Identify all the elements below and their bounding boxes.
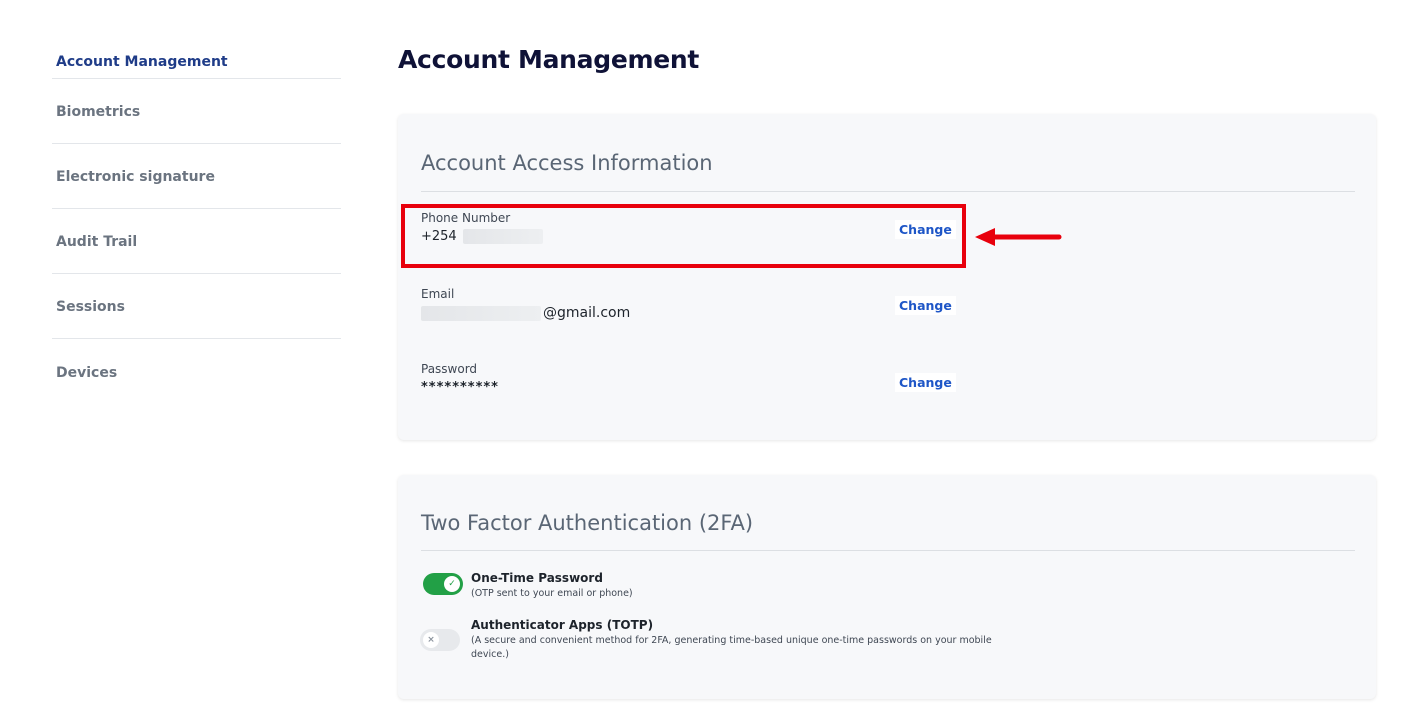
totp-description: (A secure and convenient method for 2FA,… (471, 635, 992, 660)
account-access-card: Account Access Information Phone Number … (398, 114, 1376, 440)
change-password-button[interactable]: Change (895, 373, 956, 392)
phone-number-field: Phone Number +254 (421, 211, 961, 244)
phone-number-label: Phone Number (421, 211, 511, 225)
redacted-phone (462, 229, 543, 244)
phone-prefix: +254 (421, 229, 457, 244)
totp-toggle[interactable]: × (420, 629, 460, 651)
password-value: ********** (421, 380, 499, 395)
two-factor-title: Two Factor Authentication (2FA) (421, 511, 754, 535)
otp-option: One-Time Password (OTP sent to your emai… (471, 571, 1071, 601)
sidebar: Account Management Biometrics Electronic… (52, 40, 341, 404)
otp-description: (OTP sent to your email or phone) (471, 588, 633, 599)
divider (421, 191, 1355, 192)
two-factor-card: Two Factor Authentication (2FA) ✓ One-Ti… (398, 475, 1376, 699)
phone-number-value: +254 (421, 229, 961, 244)
email-value: @gmail.com (421, 305, 961, 321)
page-title: Account Management (398, 45, 700, 74)
redacted-email (421, 305, 541, 321)
otp-title: One-Time Password (471, 571, 603, 585)
x-icon: × (423, 632, 439, 648)
account-access-title: Account Access Information (421, 151, 713, 175)
password-label: Password (421, 362, 478, 376)
change-phone-button[interactable]: Change (895, 220, 956, 239)
change-email-button[interactable]: Change (895, 296, 956, 315)
divider (421, 550, 1355, 551)
otp-toggle[interactable]: ✓ (423, 573, 463, 595)
password-field: Password ********** (421, 362, 961, 395)
check-icon: ✓ (444, 576, 460, 592)
sidebar-item-biometrics[interactable]: Biometrics (52, 79, 341, 144)
totp-option: Authenticator Apps (TOTP) (A secure and … (471, 618, 1031, 662)
totp-title: Authenticator Apps (TOTP) (471, 618, 654, 632)
sidebar-item-account-management[interactable]: Account Management (52, 40, 341, 79)
sidebar-item-electronic-signature[interactable]: Electronic signature (52, 144, 341, 209)
sidebar-item-audit-trail[interactable]: Audit Trail (52, 209, 341, 274)
sidebar-item-devices[interactable]: Devices (52, 339, 341, 404)
email-field: Email @gmail.com (421, 287, 961, 321)
sidebar-item-sessions[interactable]: Sessions (52, 274, 341, 339)
email-label: Email (421, 287, 455, 301)
email-domain: @gmail.com (543, 305, 631, 321)
